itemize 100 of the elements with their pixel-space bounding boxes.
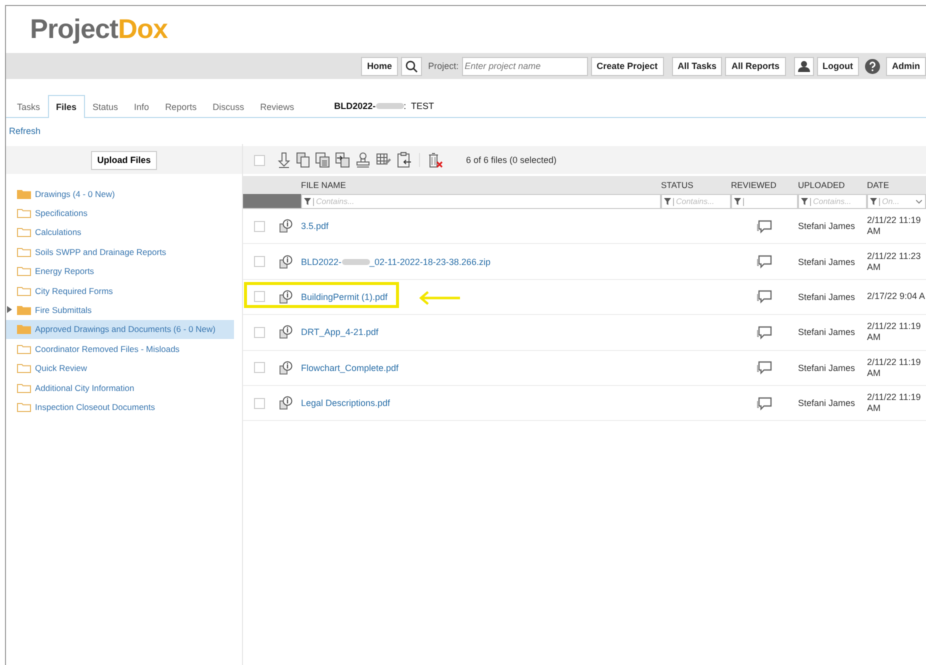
folder-item[interactable]: Energy Reports — [6, 262, 234, 281]
arrow-icon — [419, 290, 461, 305]
comments-icon[interactable] — [756, 218, 773, 234]
download-icon[interactable] — [277, 152, 291, 168]
clipboard-icon[interactable] — [397, 152, 412, 168]
filter-icon — [304, 198, 311, 205]
admin-button[interactable]: Admin — [886, 56, 926, 76]
comments-icon[interactable] — [756, 324, 773, 340]
tab[interactable]: Info — [126, 95, 158, 117]
filter-icon — [734, 198, 741, 205]
logo: ProjectDox — [30, 14, 168, 45]
tab[interactable]: Reports — [157, 95, 205, 117]
create-project-button[interactable]: Create Project — [590, 56, 664, 76]
file-link[interactable]: Legal Descriptions.pdf — [301, 398, 390, 408]
column-header[interactable]: UPLOADED — [798, 180, 867, 190]
folder-item[interactable]: Coordinator Removed Files - Misloads — [6, 339, 234, 359]
table-cell-text: 2/11/22 11:19 AM — [867, 356, 922, 379]
filter-icon — [664, 198, 671, 205]
document-info-icon[interactable] — [279, 290, 293, 304]
folder-item[interactable]: Additional City Information — [6, 378, 234, 398]
table-cell-text: 2/11/22 11:19 AM — [867, 392, 922, 414]
row-checkbox[interactable] — [254, 291, 265, 302]
help-icon[interactable] — [865, 58, 880, 74]
delete-icon[interactable] — [427, 152, 443, 168]
file-link[interactable]: 3.5.pdf — [301, 221, 329, 232]
comments-icon[interactable] — [756, 289, 773, 304]
folder-item[interactable]: Inspection Closeout Documents — [6, 397, 234, 417]
row-checkbox[interactable] — [254, 362, 265, 374]
table-cell-text: Stefani James — [798, 362, 856, 373]
project-label: Project: — [428, 61, 459, 71]
table-cell-text: Stefani James — [798, 398, 856, 408]
tab[interactable]: Status — [84, 95, 126, 117]
all-reports-button[interactable]: All Reports — [725, 56, 786, 76]
search-icon — [405, 60, 418, 72]
table-cell-text: 2/11/22 11:19 AM — [867, 321, 922, 344]
move-icon[interactable] — [335, 152, 350, 168]
folder-item[interactable]: Soils SWPP and Drainage Reports — [6, 242, 234, 262]
folder-item[interactable]: Drawings (4 - 0 New) — [6, 184, 234, 204]
column-header[interactable]: DATE — [867, 180, 926, 190]
table-cell-text: Stefani James — [798, 221, 856, 232]
comments-icon[interactable] — [756, 360, 773, 376]
project-title: : TEST — [404, 100, 434, 113]
filter-icon — [801, 198, 808, 205]
grid-edit-icon[interactable] — [376, 152, 392, 168]
tab[interactable]: Tasks — [9, 95, 48, 117]
user-button[interactable] — [794, 56, 814, 76]
home-button[interactable]: Home — [361, 56, 398, 76]
column-header[interactable]: STATUS — [661, 180, 731, 190]
redacted-text — [342, 258, 370, 265]
comments-icon[interactable] — [756, 396, 773, 411]
folder-item[interactable]: Calculations — [6, 222, 234, 242]
document-info-icon[interactable] — [279, 254, 293, 269]
document-info-icon[interactable] — [279, 396, 293, 410]
table-cell-text: Stefani James — [798, 256, 856, 267]
tab[interactable]: Reviews — [252, 95, 302, 117]
project-title: BLD2022- — [334, 100, 376, 113]
documents-icon[interactable] — [315, 152, 330, 168]
caret-icon — [916, 200, 922, 204]
table-cell: 2/17/22 9:04 A — [867, 291, 926, 302]
row-checkbox[interactable] — [254, 398, 265, 409]
upload-files-button[interactable]: Upload Files — [91, 150, 157, 170]
filter-row-cell — [243, 194, 301, 208]
tab[interactable]: Files — [48, 95, 85, 118]
folder-item[interactable]: Approved Drawings and Documents (6 - 0 New) — [6, 320, 234, 340]
file-link[interactable]: BLD2022- — [301, 256, 342, 267]
file-link[interactable]: _02-11-2022-18-23-38.266.zip — [370, 256, 490, 267]
table-cell-text: 2/11/22 11:19 AM — [867, 215, 922, 238]
filter-field[interactable] — [731, 194, 798, 208]
folder-item[interactable]: Specifications — [6, 203, 234, 223]
stamp-icon[interactable] — [355, 152, 371, 168]
folder-item[interactable]: Fire Submittals — [6, 300, 234, 320]
folder-item[interactable]: Quick Review — [6, 358, 234, 378]
column-header[interactable]: REVIEWED — [731, 180, 798, 190]
folder-item[interactable]: City Required Forms — [6, 280, 234, 300]
comments-icon[interactable] — [756, 254, 773, 270]
project-input[interactable]: Enter project name — [462, 56, 588, 76]
file-link[interactable]: Flowchart_Complete.pdf — [301, 362, 399, 373]
row-checkbox[interactable] — [254, 326, 265, 338]
document-info-icon[interactable] — [279, 219, 293, 234]
copy-icon[interactable] — [296, 152, 310, 168]
expand-icon[interactable] — [7, 306, 12, 314]
table-cell-text: Stefani James — [798, 292, 856, 302]
row-checkbox[interactable] — [254, 220, 265, 232]
document-info-icon[interactable] — [279, 325, 293, 340]
file-link[interactable]: DRT_App_4-21.pdf — [301, 327, 378, 338]
file-link[interactable]: BuildingPermit (1).pdf — [301, 292, 388, 302]
row-checkbox[interactable] — [254, 256, 265, 268]
document-info-icon[interactable] — [279, 360, 293, 375]
table-cell-text: Stefani James — [798, 327, 856, 338]
logout-button[interactable]: Logout — [816, 56, 859, 76]
file-count: 6 of 6 files (0 selected) — [466, 155, 557, 165]
refresh-link[interactable]: Refresh — [9, 126, 41, 136]
table-cell-text: 2/11/22 11:23 AM — [867, 250, 922, 273]
all-tasks-button[interactable]: All Tasks — [672, 56, 722, 76]
tab[interactable]: Discuss — [204, 95, 252, 117]
redacted-text — [376, 103, 404, 109]
search-button[interactable] — [401, 56, 422, 76]
user-icon — [798, 60, 810, 72]
select-all-checkbox[interactable] — [254, 154, 265, 166]
column-header[interactable]: FILE NAME — [301, 180, 661, 190]
